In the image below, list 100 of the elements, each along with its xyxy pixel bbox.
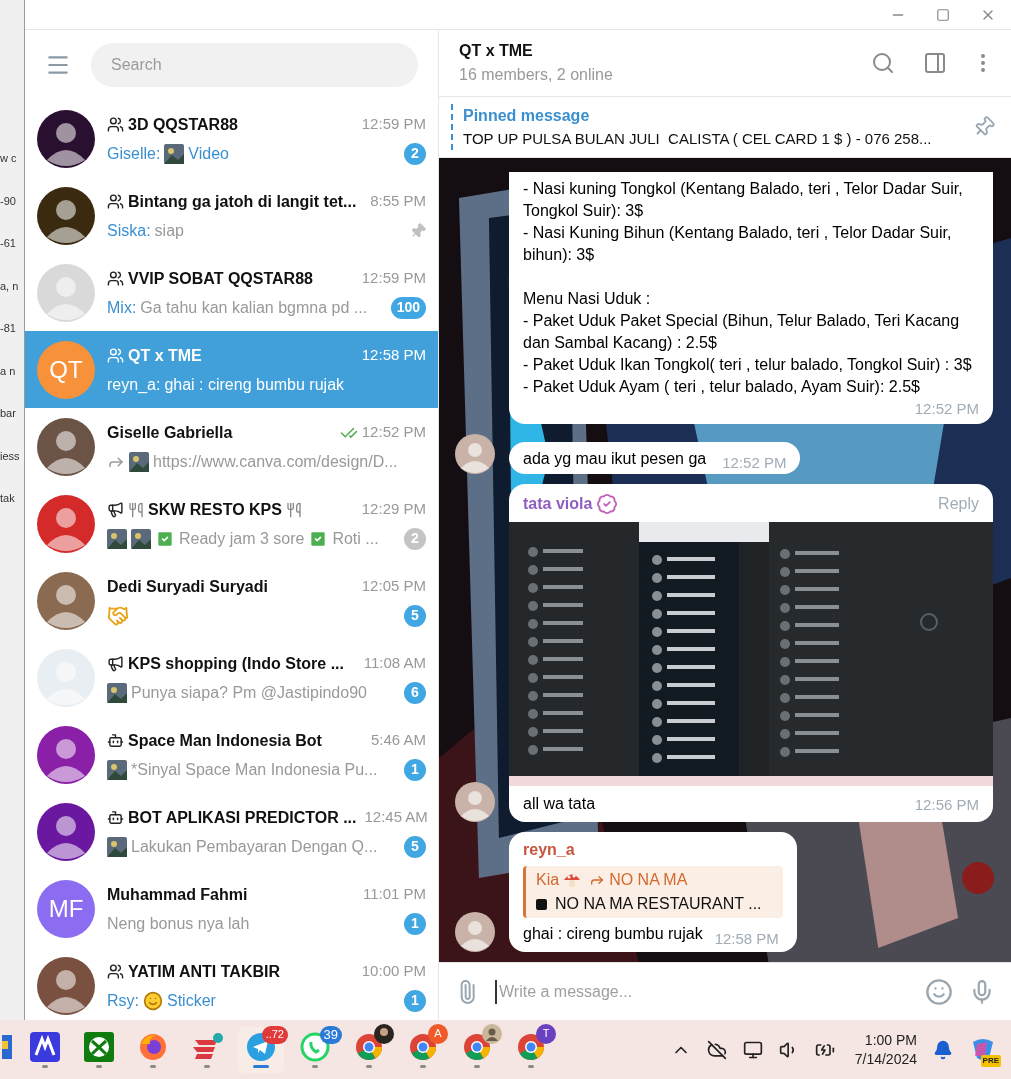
- message-text: - Nasi kuning Tongkol (Kentang Balado, teri , Telor Dadar Suir, Tongkol Suir): 3$ - Nasi Kuning Bihun (Kentang Balado, teri , Telor Dadar Suir, bihun): 3$ Menu Nasi Uduk : - Paket Uduk Paket Special (Bihun, Telur Balado, Teri Kacang dan Sambal Kacang) : 2.5$ - Paket Uduk Ikan Tongkol( teri , telur balado, Tongkol Suir) : 3$ - Paket Uduk Ayam ( teri , telur balado, Ayam Suir): 2.5$: [523, 178, 973, 397]
- chat-time: 12:52 PM: [361, 422, 426, 443]
- cutlery-icon: [285, 501, 302, 518]
- chat-time: 12:45 AM: [364, 807, 428, 828]
- avatar: MF: [37, 879, 95, 938]
- chat-name: QT x TME: [128, 345, 202, 366]
- sidebar-toggle-icon[interactable]: [923, 51, 947, 75]
- search-field[interactable]: Search: [91, 43, 418, 87]
- notification-badge: 39: [319, 1025, 342, 1044]
- notification-badge: ..72: [261, 1025, 288, 1044]
- xbox-icon[interactable]: [84, 1031, 114, 1062]
- message-time: 12:56 PM: [914, 794, 979, 815]
- app-icon[interactable]: [2, 1032, 12, 1061]
- chat-time: 8:55 PM: [370, 191, 426, 212]
- chat-name: SKW RESTO KPS: [148, 499, 282, 520]
- reply-quote[interactable]: Kia NO NA MA NO NA MA RESTAURANT ...: [523, 866, 783, 918]
- chat-time: 5:46 AM: [370, 730, 426, 751]
- message-time: 12:58 PM: [714, 928, 779, 949]
- chat-name: Giselle Gabriella: [107, 422, 233, 443]
- unread-badge: 1: [404, 989, 426, 1012]
- chat-subtitle: 16 members, 2 online: [459, 65, 614, 85]
- message-text: ada yg mau ikut pesen ga: [523, 449, 707, 469]
- chat-name: 3D QQSTAR88: [128, 114, 238, 135]
- thumbnail-icon: [107, 682, 127, 703]
- bell-icon[interactable]: [933, 1039, 953, 1060]
- message-time: 12:52 PM: [914, 398, 979, 419]
- thumbnail-icon: [164, 143, 185, 164]
- chat-time: 12:58 PM: [361, 345, 426, 366]
- message-preview: Punya siapa? Pm @Jastipindo90: [131, 682, 367, 703]
- unread-badge: 5: [404, 835, 426, 858]
- chat-name: Dedi Suryadi Suryadi: [107, 576, 268, 597]
- group-icon: [107, 347, 124, 364]
- profile-avatar-icon: [374, 1023, 394, 1044]
- message-text: ghai : cireng bumbu rujak: [523, 924, 703, 944]
- background-text: -61: [0, 236, 17, 251]
- sender-name: Giselle:: [107, 143, 161, 164]
- megaphone-icon: [107, 655, 124, 672]
- message-preview: ghai : cireng bumbu rujak: [164, 374, 345, 395]
- vpn-icon[interactable]: [191, 1031, 223, 1062]
- pinned-label: Pinned message: [463, 105, 591, 126]
- chat-name: VVIP SOBAT QQSTAR88: [128, 268, 313, 289]
- message-input[interactable]: Write a message...: [495, 979, 909, 1004]
- smile-icon: [143, 990, 163, 1011]
- clock-date: 7/14/2024: [854, 1049, 917, 1069]
- background-text: -90: [0, 193, 17, 209]
- search-icon[interactable]: [871, 51, 895, 75]
- unread-badge: 6: [404, 681, 426, 704]
- message-time: 12:52 PM: [722, 452, 787, 473]
- avatar: QT: [37, 340, 95, 399]
- chat-time: 11:08 AM: [363, 653, 426, 674]
- chat-name: KPS shopping (Indo Store ...: [128, 653, 344, 674]
- profile-badge: A: [428, 1023, 448, 1044]
- unread-badge: 1: [404, 758, 426, 781]
- unread-badge: 2: [404, 527, 426, 550]
- message-preview: Lakukan Pembayaran Dengan Q...: [131, 836, 378, 857]
- sender-name: Rsy:: [107, 990, 139, 1011]
- sender-name: reyn_a:: [107, 374, 161, 395]
- sender-name: Mix:: [107, 297, 137, 318]
- handshake-icon: [107, 604, 129, 627]
- group-icon: [107, 270, 124, 287]
- square-icon: [536, 898, 547, 910]
- chat-time: 12:29 PM: [361, 499, 426, 520]
- sender-name: tata viola: [523, 494, 593, 514]
- thumbnail-icon: [107, 528, 127, 549]
- background-text: a, n: [0, 278, 20, 294]
- sender-name: Siska:: [107, 220, 151, 241]
- profile-badge: T: [536, 1023, 556, 1044]
- chat-name: YATIM ANTI TAKBIR: [128, 961, 280, 982]
- maximize-button[interactable]: [936, 7, 950, 22]
- unread-badge: 1: [404, 912, 426, 935]
- background-text: iess: [0, 448, 21, 464]
- group-icon: [107, 193, 124, 210]
- chat-name: Bintang ga jatoh di langit tet...: [128, 191, 357, 212]
- unread-badge: 2: [404, 142, 426, 165]
- message-preview: Neng bonus nya lah: [107, 913, 250, 934]
- chat-time: 12:05 PM: [361, 576, 426, 597]
- pinned-text: TOP UP PULSA BULAN JULI CALISTA ( CEL CARD 1 $ ) - 076 258...: [463, 128, 933, 149]
- quote-sender: Kia: [536, 870, 560, 890]
- message-preview: Video: [188, 143, 229, 164]
- background-text: bar: [0, 406, 17, 421]
- background-text: tak: [0, 491, 16, 506]
- sender-name: reyn_a: [523, 840, 576, 860]
- clock[interactable]: 1:00 PM 7/14/2024: [854, 1030, 917, 1069]
- firefox-icon[interactable]: [138, 1031, 168, 1062]
- emoji-icon[interactable]: [925, 977, 953, 1006]
- message-preview: Ready jam 3 sore: [179, 528, 305, 549]
- cloud-off-icon[interactable]: [706, 1039, 727, 1060]
- robot-icon: [107, 809, 124, 826]
- chat-time: 12:59 PM: [361, 268, 426, 289]
- message-preview: Roti ...: [332, 528, 379, 549]
- message-preview: Sticker: [167, 990, 216, 1011]
- clock-time: 1:00 PM: [864, 1030, 917, 1050]
- message-text: all wa tata: [523, 794, 597, 814]
- message-preview: *Sinyal Space Man Indonesia Pu...: [131, 759, 378, 780]
- profile-avatar-icon: [482, 1023, 502, 1044]
- network-icon[interactable]: [742, 1039, 763, 1060]
- unread-badge: 100: [390, 296, 426, 319]
- m-logo-icon[interactable]: [30, 1031, 60, 1062]
- background-text: w c: [0, 151, 18, 166]
- message-preview: Ga tahu kan kalian bgmna pd ...: [140, 297, 368, 318]
